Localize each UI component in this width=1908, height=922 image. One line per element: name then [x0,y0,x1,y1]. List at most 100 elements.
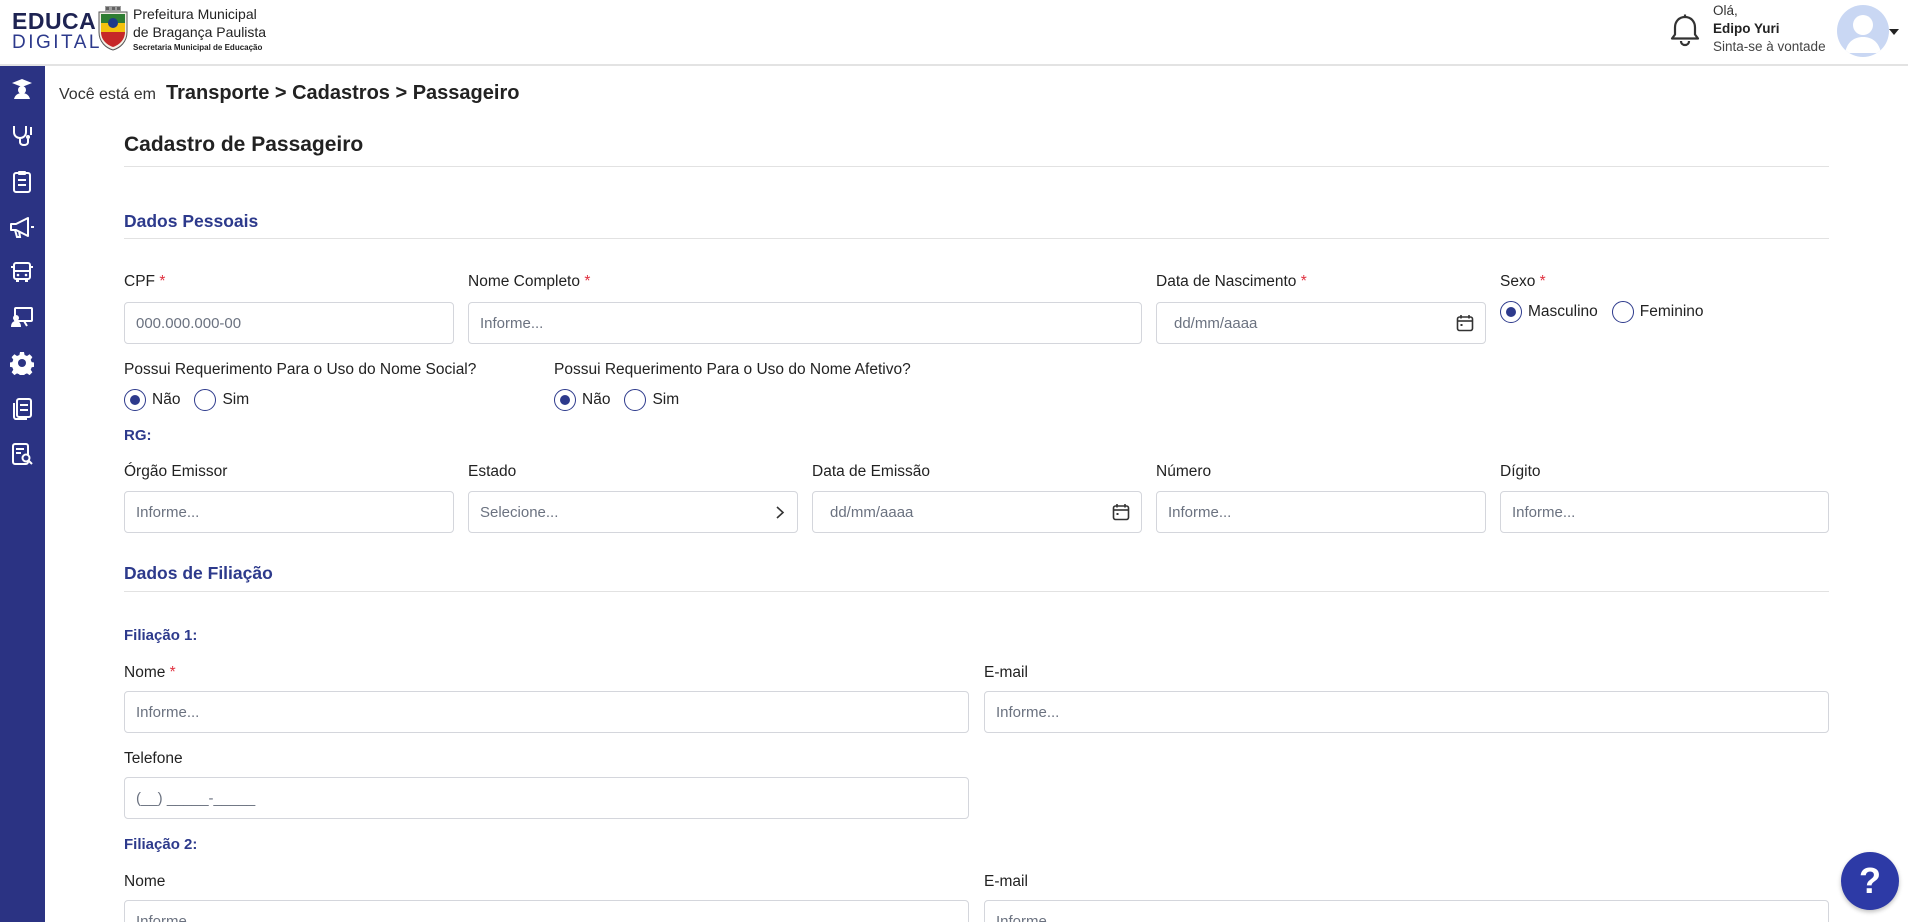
org-line-3: Secretaria Municipal de Educação [133,43,263,52]
filiation-1-phone-input[interactable]: (__) _____-_____ [124,777,969,819]
filiation-2-email-input[interactable]: Informe... [984,900,1829,922]
filiation-1-email-placeholder: Informe... [996,703,1060,721]
filiation-2-name-placeholder: Informe... [136,912,200,922]
divider [124,591,1829,592]
help-button[interactable]: ? [1841,852,1899,910]
filiation-2-name-input[interactable]: Informe... [124,900,969,922]
filiation-1-phone-label: Telefone [124,750,183,767]
section-filiation: Dados de Filiação [124,563,273,583]
sidebar-item-documents[interactable] [9,396,35,422]
social-name-no[interactable]: Não [124,389,180,411]
state-select[interactable]: Selecione... [468,491,798,533]
calendar-icon[interactable] [1456,314,1474,332]
teacher-board-icon [11,307,33,327]
social-name-yes[interactable]: Sim [194,389,249,411]
filiation-1-title: Filiação 1: [124,627,198,644]
org-line-1: Prefeitura Municipal [133,6,257,22]
sex-radio-group: Masculino Feminino [1500,301,1718,323]
digit-input[interactable]: Informe... [1500,491,1829,533]
sidebar-item-settings[interactable] [9,350,35,376]
affective-name-yes-label: Sim [652,391,680,408]
sidebar-item-clipboard[interactable] [9,168,35,194]
sidebar-item-announcements[interactable] [9,214,35,240]
chevron-right-icon [776,506,785,519]
user-greeting: Olá, Edipo Yuri Sinta-se à vontade [1713,2,1826,57]
state-label: Estado [468,463,517,480]
radio-social-no[interactable] [124,389,146,411]
sidebar-item-transport[interactable] [9,259,35,285]
page-title: Cadastro de Passageiro [124,133,364,156]
filiation-1-email-input[interactable]: Informe... [984,691,1829,733]
filiation-2-name-label: Nome [124,873,166,890]
social-name-radio-group: Não Sim [124,389,263,411]
number-placeholder: Informe... [1168,503,1232,521]
digit-placeholder: Informe... [1512,503,1576,521]
bell-icon[interactable] [1670,14,1700,48]
state-placeholder: Selecione... [480,503,559,521]
sex-option-female-label: Feminino [1639,303,1704,320]
affective-name-question: Possui Requerimento Para o Uso do Nome A… [554,361,911,378]
digit-label: Dígito [1500,463,1541,480]
graduation-icon [12,79,32,99]
radio-male[interactable] [1500,301,1522,323]
educa-digital-logo[interactable]: EDUCA DIGITAL [12,8,102,53]
section-personal-data: Dados Pessoais [124,211,259,231]
greeting-text: Olá, [1713,3,1738,18]
number-label: Número [1156,463,1212,480]
sidebar-item-reports[interactable] [9,441,35,467]
sidebar [0,66,45,922]
issuer-placeholder: Informe... [136,503,200,521]
city-crest-icon [98,6,128,51]
breadcrumb-path[interactable]: Transporte > Cadastros > Passageiro [166,82,520,105]
gear-icon [10,352,34,375]
affective-name-no[interactable]: Não [554,389,610,411]
radio-affective-no[interactable] [554,389,576,411]
sidebar-item-education[interactable] [9,76,35,102]
logo-line-2: DIGITAL [12,32,102,53]
user-subtitle: Sinta-se à vontade [1713,39,1826,55]
filiation-1-name-placeholder: Informe... [136,703,200,721]
affective-name-yes[interactable]: Sim [624,389,679,411]
issue-date-input[interactable]: dd/mm/aaaa [812,491,1142,533]
sex-option-male[interactable]: Masculino [1500,301,1598,323]
radio-female[interactable] [1611,301,1634,323]
radio-social-yes[interactable] [194,389,217,411]
filiation-2-email-label: E-mail [984,873,1028,890]
issue-date-label: Data de Emissão [812,463,931,480]
birth-date-label: Data de Nascimento * [1156,273,1307,290]
birth-date-input[interactable]: dd/mm/aaaa [1156,302,1486,344]
radio-affective-yes[interactable] [624,389,647,411]
megaphone-icon [10,217,34,238]
filiation-1-email-label: E-mail [984,664,1028,681]
filiation-2-email-placeholder: Informe... [996,912,1060,922]
affective-name-radio-group: Não Sim [554,389,693,411]
sidebar-item-health[interactable] [9,122,35,148]
social-name-yes-label: Sim [222,391,250,408]
help-question-icon: ? [1859,860,1881,901]
filiation-2-title: Filiação 2: [124,836,198,853]
rg-title: RG: [124,427,152,444]
social-name-no-label: Não [152,391,181,408]
calendar-icon[interactable] [1112,503,1130,521]
sidebar-item-teacher[interactable] [9,304,35,330]
org-line-2: de Bragança Paulista [133,23,267,40]
full-name-input[interactable]: Informe... [468,302,1142,344]
filiation-1-phone-placeholder: (__) _____-_____ [136,789,256,807]
number-input[interactable]: Informe... [1156,491,1486,533]
report-search-icon [12,443,33,465]
cpf-placeholder: 000.000.000-00 [136,314,242,332]
issuer-input[interactable]: Informe... [124,491,454,533]
filiation-1-name-input[interactable]: Informe... [124,691,969,733]
cpf-input[interactable]: 000.000.000-00 [124,302,454,344]
birth-date-placeholder: dd/mm/aaaa [1174,314,1258,332]
affective-name-no-label: Não [582,391,611,408]
issuer-label: Órgão Emissor [124,463,228,480]
breadcrumb-prefix: Você está em [59,86,156,103]
user-menu-chevron-icon[interactable] [1889,29,1899,35]
full-name-placeholder: Informe... [480,314,544,332]
logo-line-1: EDUCA [12,8,97,34]
sex-option-female[interactable]: Feminino [1611,301,1704,323]
issue-date-placeholder: dd/mm/aaaa [830,503,914,521]
avatar[interactable] [1837,5,1889,57]
sex-label: Sexo * [1500,273,1546,290]
